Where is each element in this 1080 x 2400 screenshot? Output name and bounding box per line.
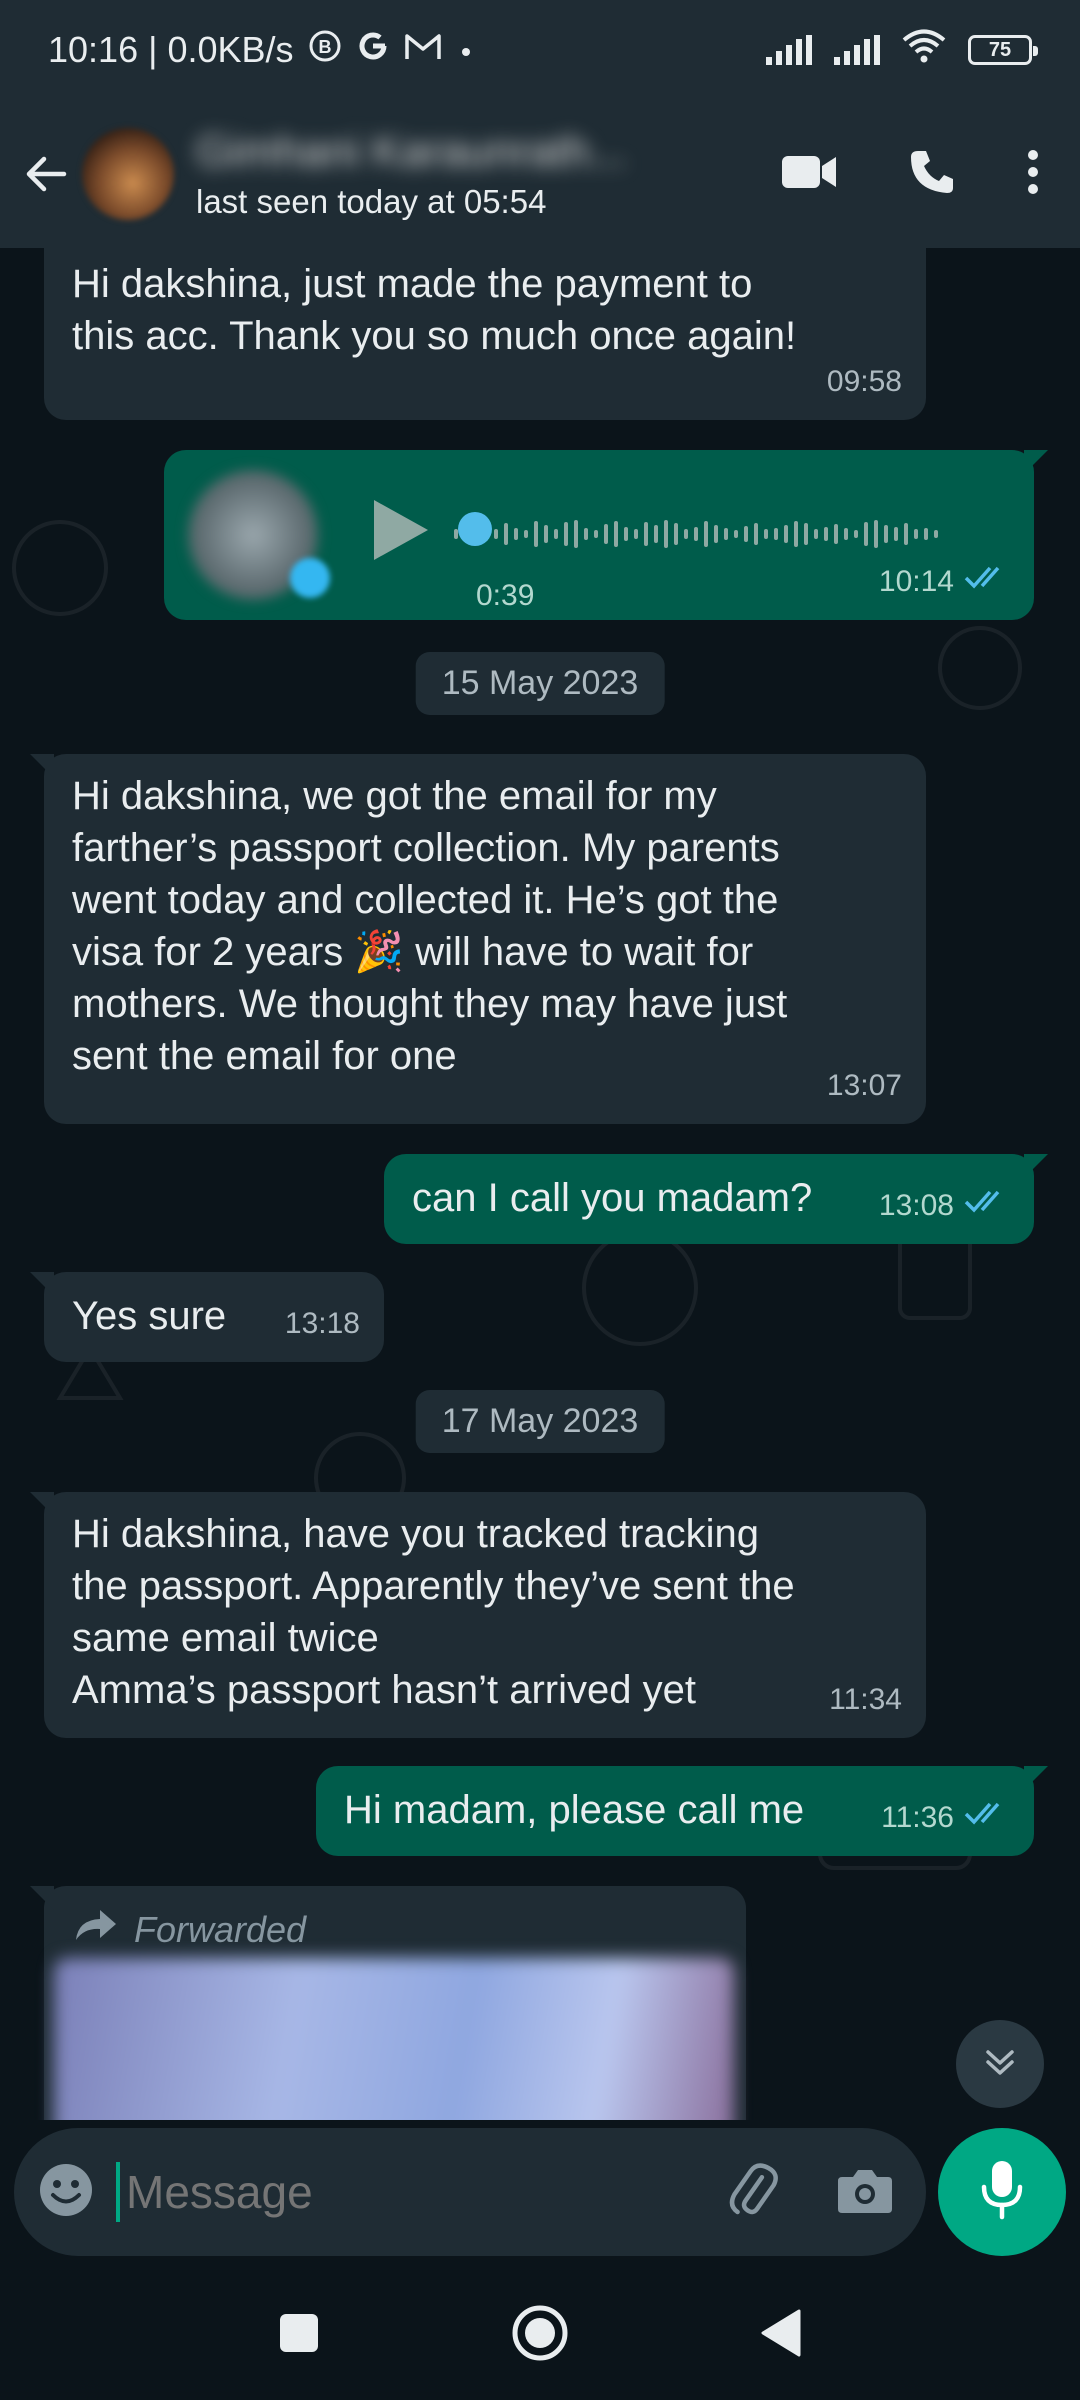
gmail-icon bbox=[404, 29, 442, 71]
b-badge-icon: B bbox=[308, 29, 342, 72]
chat-bottom-edge bbox=[0, 2120, 1080, 2128]
svg-text:B: B bbox=[318, 37, 331, 57]
message-time: 13:08 bbox=[878, 1189, 954, 1222]
contact-name: Gimhani Karaunrath... bbox=[196, 127, 627, 176]
forwarded-label: Forwarded bbox=[134, 1909, 307, 1950]
message-time: 10:14 bbox=[878, 565, 954, 598]
message-outgoing[interactable]: Hi madam, please call me 11:36 bbox=[316, 1766, 1048, 1856]
forwarded-message[interactable]: Forwarded bbox=[30, 1886, 746, 2128]
scroll-to-bottom-button[interactable] bbox=[956, 2020, 1044, 2108]
chevron-down-icon bbox=[980, 2042, 1020, 2087]
battery-icon: 75 bbox=[968, 35, 1038, 65]
double-check-icon bbox=[964, 1792, 1010, 1844]
message-incoming[interactable]: Hi dakshina, just made the payment to th… bbox=[44, 248, 926, 420]
message-incoming[interactable]: Yes sure 13:18 bbox=[30, 1272, 384, 1362]
video-call-icon[interactable] bbox=[780, 152, 838, 197]
forwarded-image[interactable] bbox=[54, 1958, 734, 2128]
chat-header: Gimhani Karaunrath... last seen today at… bbox=[0, 100, 1080, 248]
message-text: Yes sure bbox=[72, 1294, 227, 1338]
message-time: 13:18 bbox=[284, 1307, 360, 1340]
forward-icon bbox=[74, 1904, 118, 1956]
nav-home-icon[interactable] bbox=[511, 2304, 569, 2367]
message-time: 11:34 bbox=[829, 1683, 902, 1716]
google-icon bbox=[356, 29, 390, 72]
double-check-icon bbox=[964, 556, 1010, 608]
wifi-icon bbox=[902, 29, 946, 72]
message-text: Hi dakshina, we got the email for my far… bbox=[72, 774, 788, 1078]
notification-dot-icon bbox=[456, 29, 476, 71]
mic-icon bbox=[980, 2159, 1024, 2226]
message-time: 11:36 bbox=[881, 1801, 954, 1834]
more-options-icon[interactable] bbox=[1026, 148, 1040, 201]
voice-call-icon[interactable] bbox=[908, 148, 956, 201]
emoji-icon[interactable] bbox=[38, 2162, 94, 2223]
play-icon[interactable] bbox=[370, 498, 430, 575]
status-time: 10:16 | 0.0KB/s bbox=[48, 29, 294, 70]
message-text: Hi dakshina, have you tracked tracking t… bbox=[72, 1512, 795, 1712]
voice-message[interactable]: 0:39 10:14 bbox=[164, 450, 1048, 620]
mic-button[interactable] bbox=[938, 2128, 1066, 2256]
message-time: 13:07 bbox=[826, 1069, 902, 1102]
voice-mic-badge-icon bbox=[290, 558, 330, 598]
message-input[interactable] bbox=[116, 2162, 724, 2222]
contact-info[interactable]: Gimhani Karaunrath... last seen today at… bbox=[196, 127, 780, 221]
status-bar: 10:16 | 0.0KB/s B 75 bbox=[0, 0, 1080, 100]
message-text: Hi dakshina, just made the payment to th… bbox=[72, 262, 797, 358]
attach-icon[interactable] bbox=[724, 2161, 782, 2224]
message-incoming[interactable]: Hi dakshina, we got the email for my far… bbox=[30, 754, 926, 1124]
message-text: can I call you madam? bbox=[412, 1176, 813, 1220]
message-incoming[interactable]: Hi dakshina, have you tracked tracking t… bbox=[30, 1492, 926, 1738]
message-outgoing[interactable]: can I call you madam? 13:08 bbox=[384, 1154, 1048, 1244]
back-arrow-icon[interactable] bbox=[18, 146, 74, 202]
date-separator: 15 May 2023 bbox=[415, 652, 665, 715]
message-composer bbox=[14, 2128, 926, 2256]
message-time: 09:58 bbox=[826, 365, 902, 398]
nav-back-icon[interactable] bbox=[759, 2308, 803, 2363]
camera-icon[interactable] bbox=[836, 2165, 894, 2220]
voice-waveform[interactable] bbox=[454, 520, 938, 548]
last-seen: last seen today at 05:54 bbox=[196, 183, 547, 220]
voice-progress-handle[interactable] bbox=[458, 512, 492, 546]
nav-recents-icon[interactable] bbox=[277, 2311, 321, 2360]
voice-duration: 0:39 bbox=[476, 579, 535, 612]
signal-icon bbox=[766, 35, 812, 65]
chat-area[interactable]: Hi dakshina, just made the payment to th… bbox=[0, 248, 1080, 2128]
system-nav-bar bbox=[0, 2270, 1080, 2400]
signal-icon bbox=[834, 35, 880, 65]
date-separator: 17 May 2023 bbox=[415, 1390, 665, 1453]
double-check-icon bbox=[964, 1180, 1010, 1232]
avatar[interactable] bbox=[82, 128, 174, 220]
message-text: Hi madam, please call me bbox=[344, 1788, 805, 1832]
